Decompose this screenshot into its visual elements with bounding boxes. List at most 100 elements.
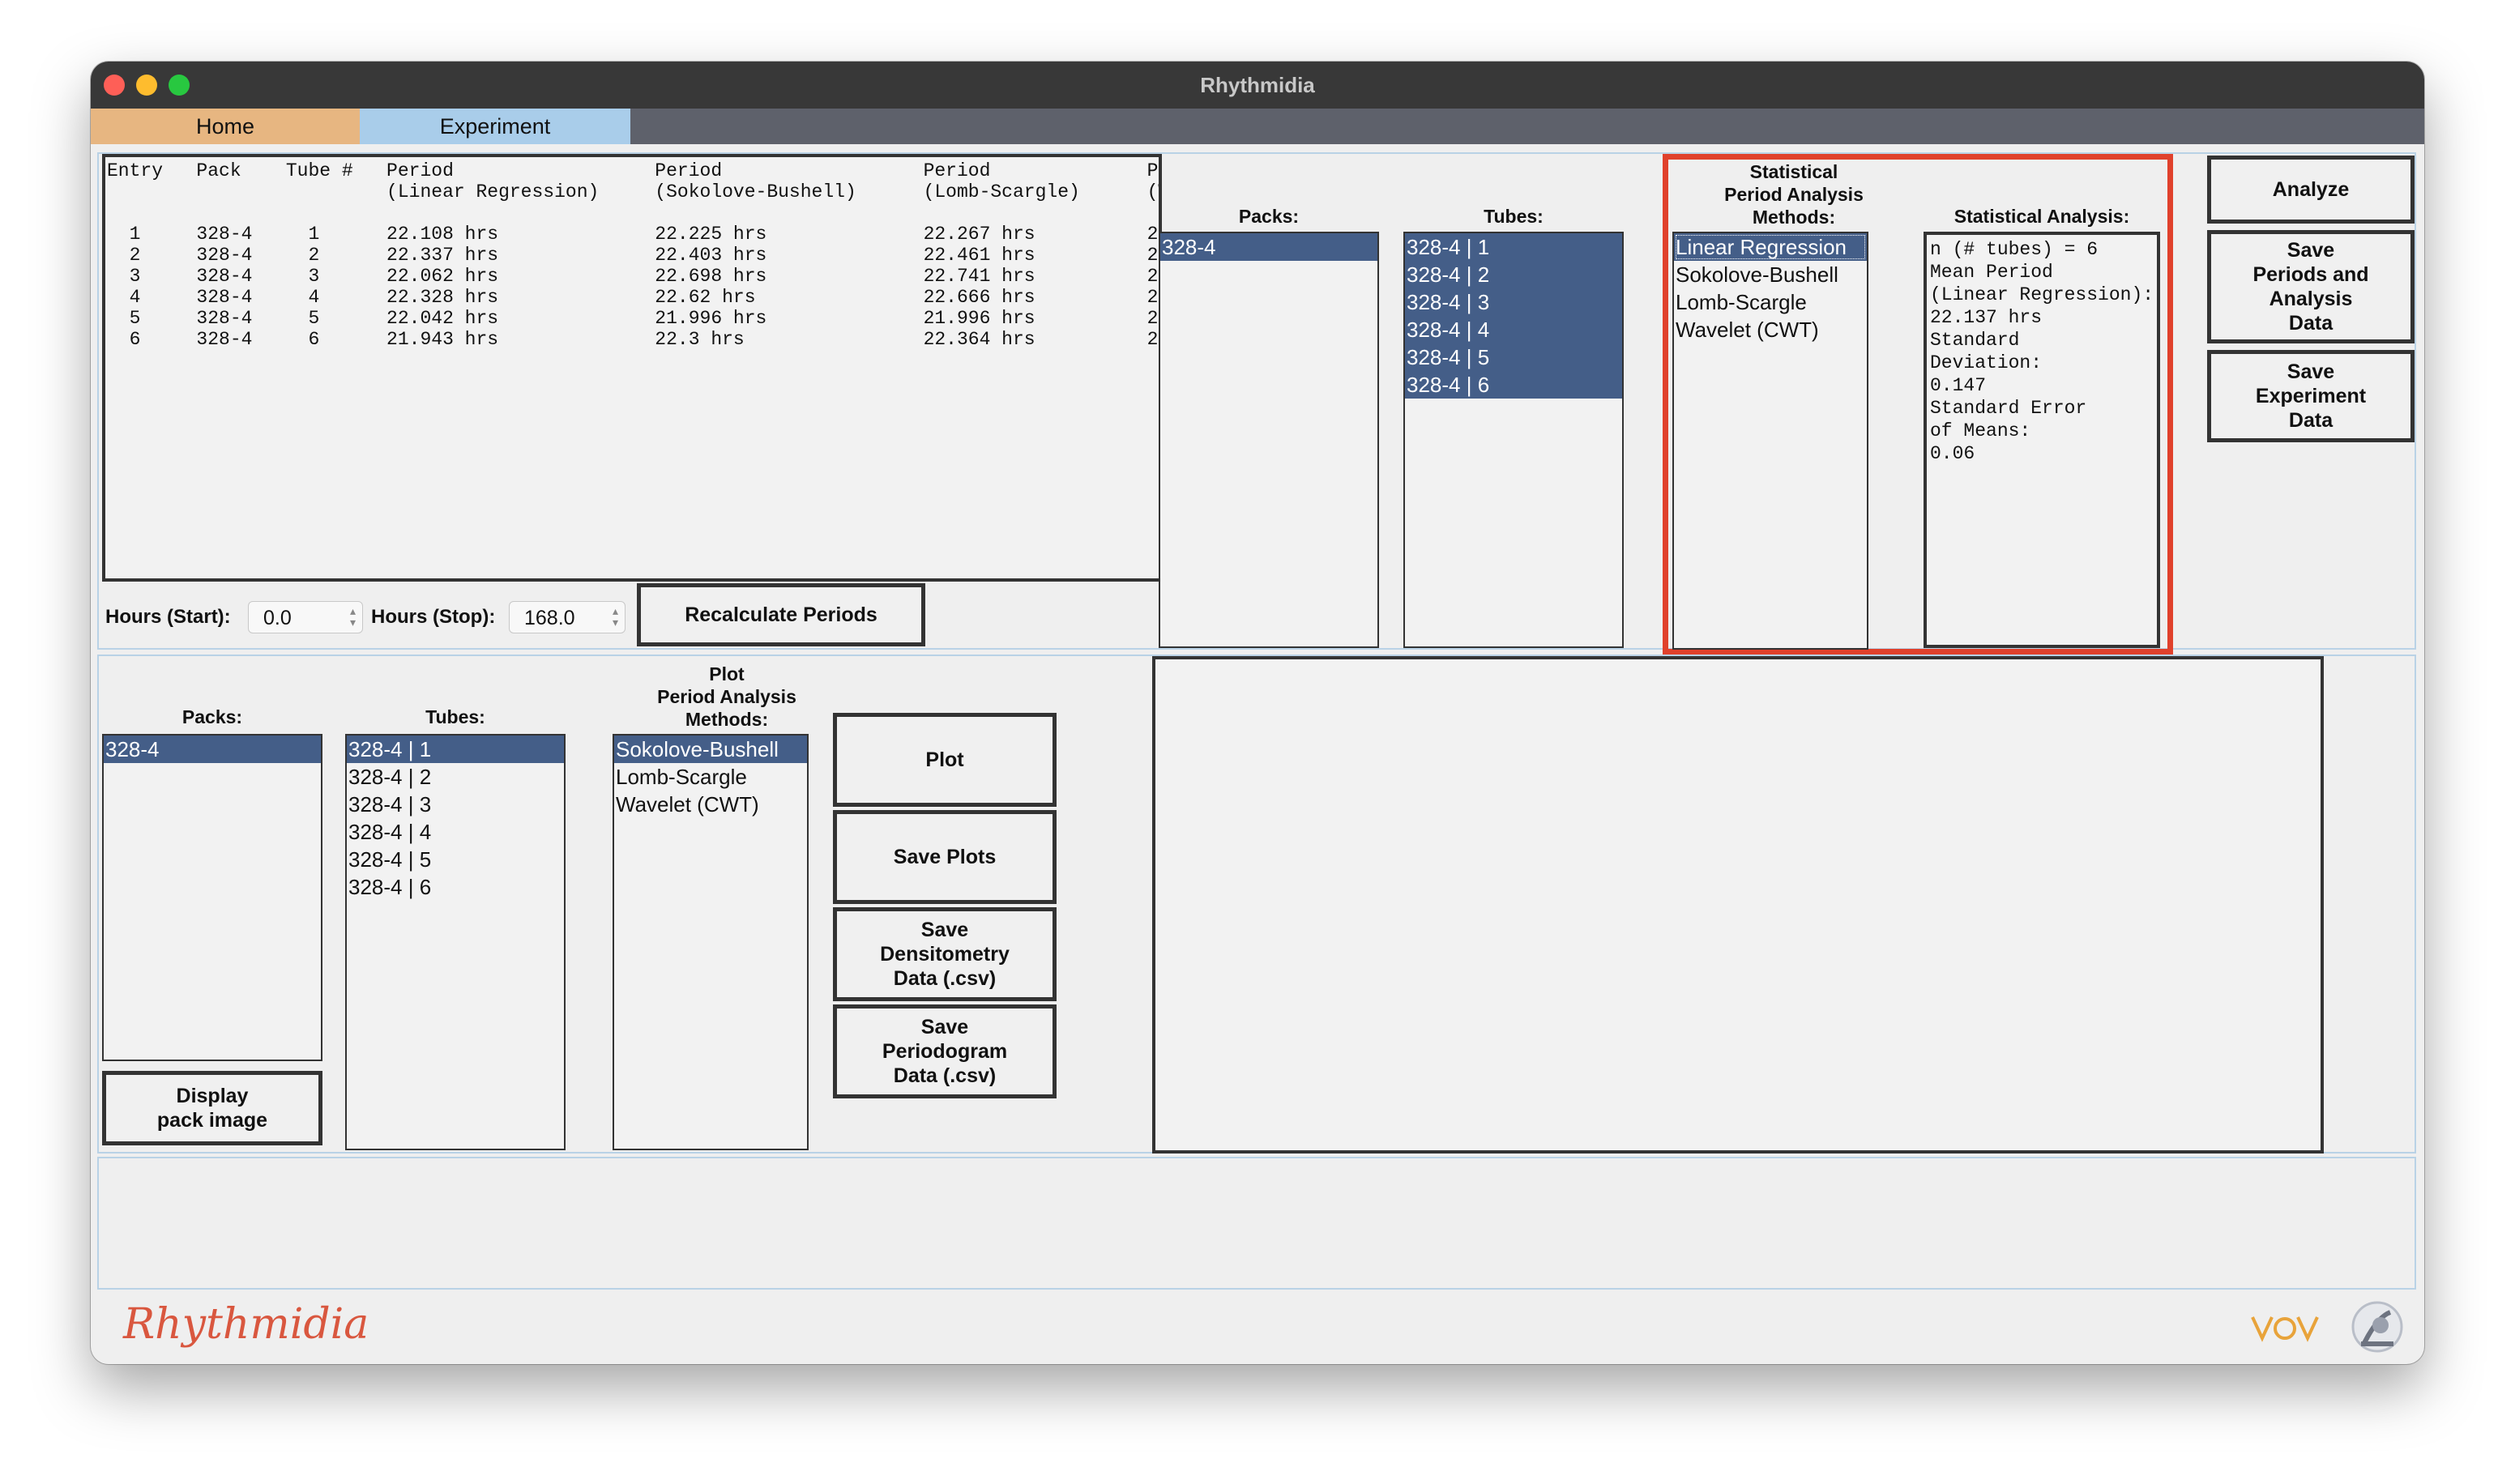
stat-line: (Linear Regression):	[1930, 284, 2154, 305]
packs-label: Packs:	[1238, 206, 1300, 227]
save-experiment-data-button[interactable]: Save Experiment Data	[2207, 350, 2415, 442]
table-row: 2 328-4 2 22.337 hrs 22.403 hrs 22.461 h…	[107, 245, 1162, 266]
tab-bar: Home Experiment	[91, 109, 2424, 144]
list-item[interactable]: 328-4 | 1	[1405, 233, 1622, 261]
hours-stop-label: Hours (Stop):	[371, 606, 496, 628]
button-label-line: Densitometry	[880, 943, 1010, 966]
lab-logo-icon	[2249, 1306, 2321, 1346]
list-item[interactable]: 328-4 | 1	[347, 736, 564, 763]
stat-line: Standard	[1930, 330, 2020, 351]
list-item[interactable]: 328-4 | 2	[1405, 261, 1622, 288]
stat-line: Mean Period	[1930, 262, 2053, 283]
app-window: Rhythmidia Home Experiment Entry Pack Tu…	[91, 62, 2424, 1364]
stat-line: Standard Error	[1930, 398, 2087, 419]
plot-packs-label: Packs:	[181, 706, 243, 727]
button-label-line: Save	[2287, 360, 2335, 383]
list-item[interactable]: 328-4 | 4	[347, 818, 564, 846]
button-label-line: Save	[920, 919, 969, 941]
list-item[interactable]: 328-4 | 3	[347, 791, 564, 818]
button-label-line: Analysis	[2269, 288, 2353, 310]
stat-analysis-output: n (# tubes) = 6 Mean Period (Linear Regr…	[1924, 232, 2160, 648]
plot-methods-label-line: Plot	[709, 663, 745, 684]
hours-start-spinbox[interactable]: 0.0 ▴ ▾	[248, 601, 363, 633]
button-label-line: Display	[176, 1085, 249, 1107]
plot-tubes-label: Tubes:	[425, 706, 485, 727]
plot-methods-label-line: Period Analysis	[657, 686, 796, 707]
stat-analysis-label: Statistical Analysis:	[1954, 206, 2130, 227]
list-item[interactable]: Wavelet (CWT)	[614, 791, 807, 818]
hours-stop-value: 168.0	[524, 607, 575, 629]
button-label-line: Data (.csv)	[893, 1064, 997, 1087]
save-periods-analysis-button[interactable]: Save Periods and Analysis Data	[2207, 230, 2415, 343]
analyze-button[interactable]: Analyze	[2207, 156, 2415, 224]
display-pack-image-button[interactable]: Display pack image	[102, 1071, 322, 1145]
rhythmidia-logo: Rhythmidia	[123, 1300, 369, 1349]
button-label-line: Experiment	[2255, 385, 2367, 407]
list-item[interactable]: Wavelet (CWT)	[1674, 316, 1867, 343]
plot-button[interactable]: Plot	[833, 713, 1057, 807]
recalculate-periods-button[interactable]: Recalculate Periods	[637, 583, 925, 646]
stat-line: 0.147	[1930, 375, 1987, 396]
list-item[interactable]: 328-4 | 6	[1405, 371, 1622, 399]
save-densitometry-button[interactable]: Save Densitometry Data (.csv)	[833, 907, 1057, 1001]
list-item[interactable]: 328-4 | 5	[1405, 343, 1622, 371]
plot-canvas[interactable]	[1152, 656, 2324, 1154]
tab-home[interactable]: Home	[91, 109, 360, 144]
button-label-line: pack image	[156, 1109, 268, 1132]
list-item[interactable]: 328-4 | 6	[347, 873, 564, 901]
save-plots-button[interactable]: Save Plots	[833, 810, 1057, 904]
hours-start-label: Hours (Start):	[105, 606, 231, 628]
stat-methods-listbox[interactable]: Linear Regression Sokolove-Bushell Lomb-…	[1672, 232, 1868, 650]
list-item[interactable]: 328-4	[1160, 233, 1377, 261]
plot-methods-label-line: Methods:	[685, 709, 769, 730]
stat-methods-label-line: Statistical	[1749, 161, 1838, 182]
table-header-line-1: Entry Pack Tube # Period Period Period P…	[107, 160, 1162, 181]
button-label-line: Save	[920, 1016, 969, 1038]
button-label-line: Data	[2288, 312, 2334, 335]
packs-listbox[interactable]: 328-4	[1159, 232, 1379, 648]
stat-methods-label: Statistical Period Analysis Methods:	[1672, 160, 1915, 228]
save-periodogram-button[interactable]: Save Periodogram Data (.csv)	[833, 1004, 1057, 1098]
period-results-table: Entry Pack Tube # Period Period Period P…	[102, 154, 1162, 582]
list-item[interactable]: Lomb-Scargle	[614, 763, 807, 791]
button-label-line: Periods and	[2252, 263, 2369, 286]
tab-experiment[interactable]: Experiment	[360, 109, 630, 144]
list-item[interactable]: 328-4 | 3	[1405, 288, 1622, 316]
stat-line: Deviation:	[1930, 352, 2043, 373]
plot-tubes-listbox[interactable]: 328-4 | 1 328-4 | 2 328-4 | 3 328-4 | 4 …	[345, 734, 566, 1150]
spinner-arrows-icon[interactable]: ▴ ▾	[350, 605, 356, 628]
list-item[interactable]: Sokolove-Bushell	[614, 736, 807, 763]
microscope-icon	[2340, 1293, 2413, 1358]
list-item[interactable]: Linear Regression	[1674, 233, 1867, 261]
spinner-arrows-icon[interactable]: ▴ ▾	[613, 605, 618, 628]
window-title: Rhythmidia	[1200, 73, 1315, 97]
tubes-listbox[interactable]: 328-4 | 1 328-4 | 2 328-4 | 3 328-4 | 4 …	[1403, 232, 1624, 648]
list-item[interactable]: 328-4 | 4	[1405, 316, 1622, 343]
hours-start-value: 0.0	[263, 607, 292, 629]
stat-line: n (# tubes) = 6	[1930, 239, 2099, 260]
list-item[interactable]: Lomb-Scargle	[1674, 288, 1867, 316]
button-label-line: Data (.csv)	[893, 967, 997, 990]
list-item[interactable]: 328-4 | 5	[347, 846, 564, 873]
stat-line: 0.06	[1930, 443, 1975, 464]
list-item[interactable]: Sokolove-Bushell	[1674, 261, 1867, 288]
plot-methods-label: Plot Period Analysis Methods:	[609, 663, 844, 731]
table-row: 4 328-4 4 22.328 hrs 22.62 hrs 22.666 hr…	[107, 287, 1162, 308]
button-label-line: Data	[2288, 409, 2334, 432]
list-item[interactable]: 328-4 | 2	[347, 763, 564, 791]
plot-packs-listbox[interactable]: 328-4	[102, 734, 322, 1061]
hours-stop-spinbox[interactable]: 168.0 ▴ ▾	[509, 601, 626, 633]
title-bar: Rhythmidia	[91, 62, 2424, 109]
table-row: 5 328-4 5 22.042 hrs 21.996 hrs 21.996 h…	[107, 308, 1162, 329]
stat-line: 22.137 hrs	[1930, 307, 2043, 328]
button-label-line: Save	[2287, 239, 2335, 262]
table-row: 1 328-4 1 22.108 hrs 22.225 hrs 22.267 h…	[107, 224, 1162, 245]
tubes-label: Tubes:	[1484, 206, 1544, 227]
button-label-line: Periodogram	[882, 1040, 1008, 1063]
plot-methods-listbox[interactable]: Sokolove-Bushell Lomb-Scargle Wavelet (C…	[613, 734, 809, 1150]
stat-methods-label-line: Methods:	[1752, 207, 1836, 228]
spare-panel	[97, 1157, 2416, 1290]
table-row: 6 328-4 6 21.943 hrs 22.3 hrs 22.364 hrs…	[107, 329, 1162, 350]
stat-line: of Means:	[1930, 420, 2031, 441]
list-item[interactable]: 328-4	[104, 736, 321, 763]
